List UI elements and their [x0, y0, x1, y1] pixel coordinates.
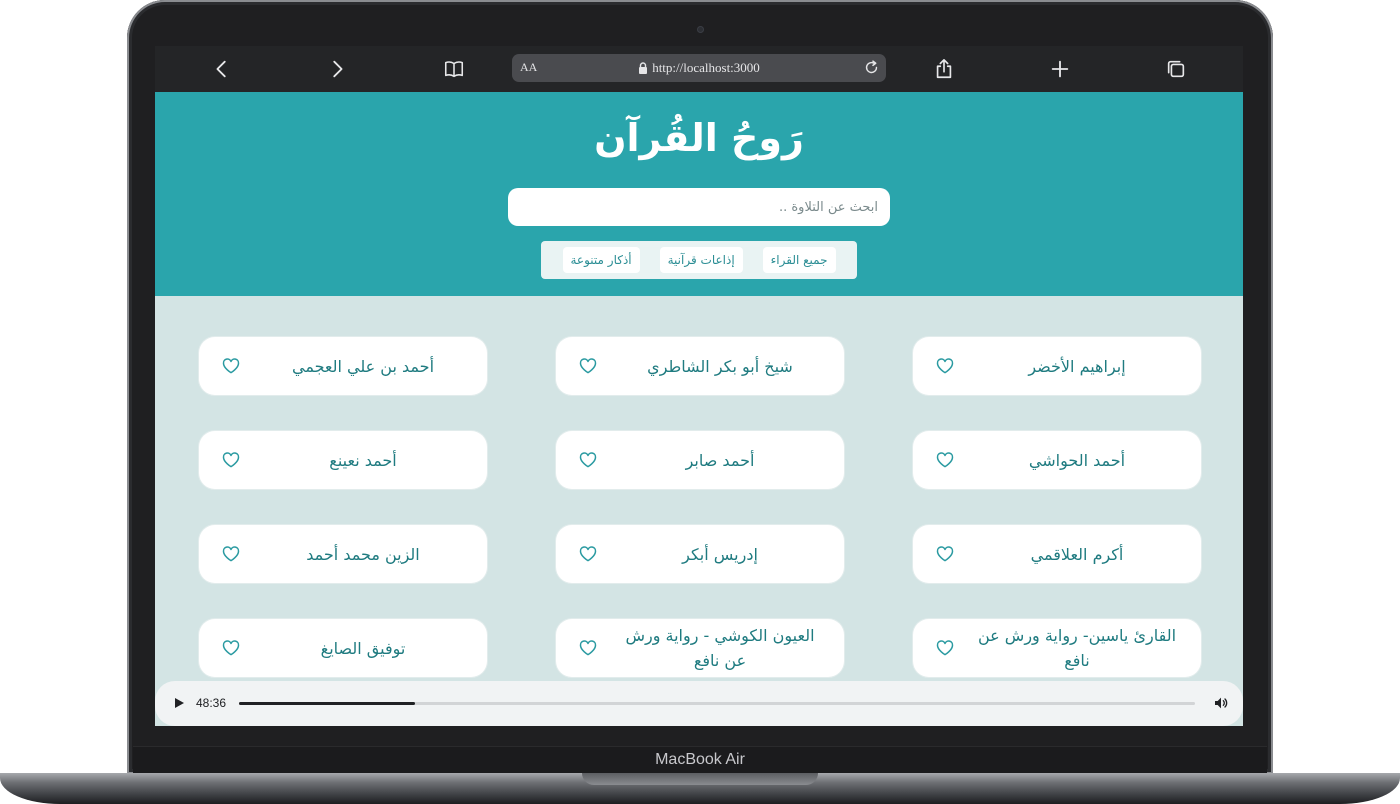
- heart-icon[interactable]: [935, 450, 955, 470]
- reciter-card[interactable]: توفيق الصايغ: [199, 619, 487, 677]
- brand-label: MacBook Air: [655, 751, 745, 768]
- reciter-name: إدريس أبكر: [682, 544, 758, 564]
- reciter-card[interactable]: إدريس أبكر: [556, 525, 844, 583]
- share-icon: [936, 59, 952, 79]
- share-button[interactable]: [932, 57, 956, 81]
- reciter-name: أحمد نعينع: [329, 450, 397, 470]
- play-icon[interactable]: [172, 696, 186, 710]
- heart-icon[interactable]: [578, 544, 598, 564]
- plus-icon: [1051, 60, 1069, 78]
- reciter-card[interactable]: شيخ أبو بكر الشاطري: [556, 337, 844, 395]
- reciter-name: العيون الكوشي - رواية ورش عن نافع: [625, 626, 815, 670]
- address-bar[interactable]: AA http://localhost:3000: [512, 54, 886, 82]
- forward-button[interactable]: [325, 57, 349, 81]
- reading-list-button[interactable]: [442, 57, 466, 81]
- filter-adhkar-button[interactable]: أذكار متنوعة: [562, 247, 640, 273]
- back-arrow-icon: [216, 60, 226, 78]
- heart-icon[interactable]: [578, 450, 598, 470]
- heart-icon[interactable]: [221, 638, 241, 658]
- back-button[interactable]: [210, 57, 234, 81]
- reciter-name: أحمد صابر: [685, 450, 755, 470]
- tabs-icon: [1167, 60, 1185, 78]
- browser-toolbar: AA http://localhost:3000: [155, 46, 1243, 92]
- heart-icon[interactable]: [221, 450, 241, 470]
- url-text: http://localhost:3000: [652, 60, 760, 75]
- filter-all-reciters-button[interactable]: جميع القراء: [762, 247, 836, 273]
- search-input[interactable]: [508, 188, 890, 226]
- heart-icon[interactable]: [935, 544, 955, 564]
- laptop-base: [0, 773, 1400, 804]
- site-header: رَوحُ القُرآن جميع القراء إذاعات قرآنية …: [155, 92, 1243, 296]
- book-icon: [444, 61, 464, 78]
- tabs-overview-button[interactable]: [1164, 57, 1188, 81]
- heart-icon[interactable]: [935, 638, 955, 658]
- filter-bar: جميع القراء إذاعات قرآنية أذكار متنوعة: [541, 241, 857, 279]
- browser-screen: AA http://localhost:3000 رَوحُ القُرآن ج…: [155, 46, 1243, 726]
- progress-track[interactable]: [239, 702, 1195, 705]
- reciter-card[interactable]: العيون الكوشي - رواية ورش عن نافع: [556, 619, 844, 677]
- progress-fill: [239, 702, 415, 705]
- lock-icon: [639, 62, 648, 74]
- audio-player: 48:36: [155, 681, 1243, 726]
- filter-quran-radio-button[interactable]: إذاعات قرآنية: [659, 247, 743, 273]
- reciter-card[interactable]: أحمد نعينع: [199, 431, 487, 489]
- forward-arrow-icon: [333, 60, 343, 78]
- new-tab-button[interactable]: [1048, 57, 1072, 81]
- reciter-card[interactable]: الزين محمد أحمد: [199, 525, 487, 583]
- heart-icon[interactable]: [221, 544, 241, 564]
- reciter-name: الزين محمد أحمد: [306, 544, 420, 564]
- site-title: رَوحُ القُرآن: [594, 116, 804, 160]
- reciter-name: شيخ أبو بكر الشاطري: [647, 356, 793, 376]
- heart-icon[interactable]: [578, 356, 598, 376]
- camera-dot: [697, 26, 704, 33]
- reciter-card[interactable]: القارئ ياسين- رواية ورش عن نافع: [913, 619, 1201, 677]
- reciter-card[interactable]: أحمد بن علي العجمي: [199, 337, 487, 395]
- laptop-notch: [582, 773, 818, 785]
- reciter-name: إبراهيم الأخضر: [1028, 356, 1126, 376]
- heart-icon[interactable]: [935, 356, 955, 376]
- reload-icon[interactable]: [863, 59, 880, 76]
- reciter-card[interactable]: أكرم العلاقمي: [913, 525, 1201, 583]
- reciter-grid: إبراهيم الأخضر شيخ أبو بكر الشاطري أحمد …: [199, 337, 1201, 677]
- reciter-name: أحمد الحواشي: [1028, 450, 1126, 470]
- volume-icon[interactable]: [1213, 695, 1229, 711]
- heart-icon[interactable]: [578, 638, 598, 658]
- url-display[interactable]: http://localhost:3000: [512, 60, 886, 76]
- reciter-name: توفيق الصايغ: [320, 638, 406, 658]
- laptop-chin: MacBook Air: [133, 746, 1267, 775]
- reciter-card[interactable]: إبراهيم الأخضر: [913, 337, 1201, 395]
- reciter-card[interactable]: أحمد صابر: [556, 431, 844, 489]
- reciter-card[interactable]: أحمد الحواشي: [913, 431, 1201, 489]
- heart-icon[interactable]: [221, 356, 241, 376]
- current-time: 48:36: [196, 696, 227, 710]
- reciter-name: القارئ ياسين- رواية ورش عن نافع: [977, 626, 1177, 670]
- reciter-name: أكرم العلاقمي: [1030, 544, 1124, 564]
- reciter-name: أحمد بن علي العجمي: [292, 356, 435, 376]
